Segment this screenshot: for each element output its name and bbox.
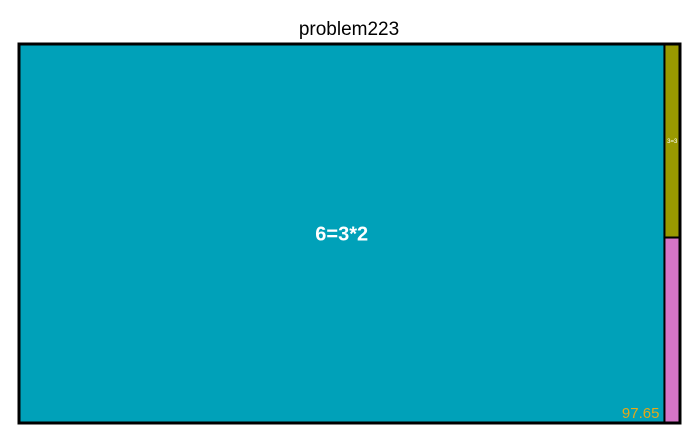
treemap-chart: problem223 6=3*2 3=3 97.65 (17, 19, 682, 425)
chart-title: problem223 (299, 19, 399, 40)
treemap-tile-label-1: 3=3 (667, 139, 678, 145)
value-label: 97.65 (622, 405, 660, 422)
treemap-tiles: 6=3*2 3=3 (18, 43, 681, 424)
treemap-tile-2 (663, 236, 681, 424)
treemap-tile-label-0: 6=3*2 (315, 224, 368, 246)
